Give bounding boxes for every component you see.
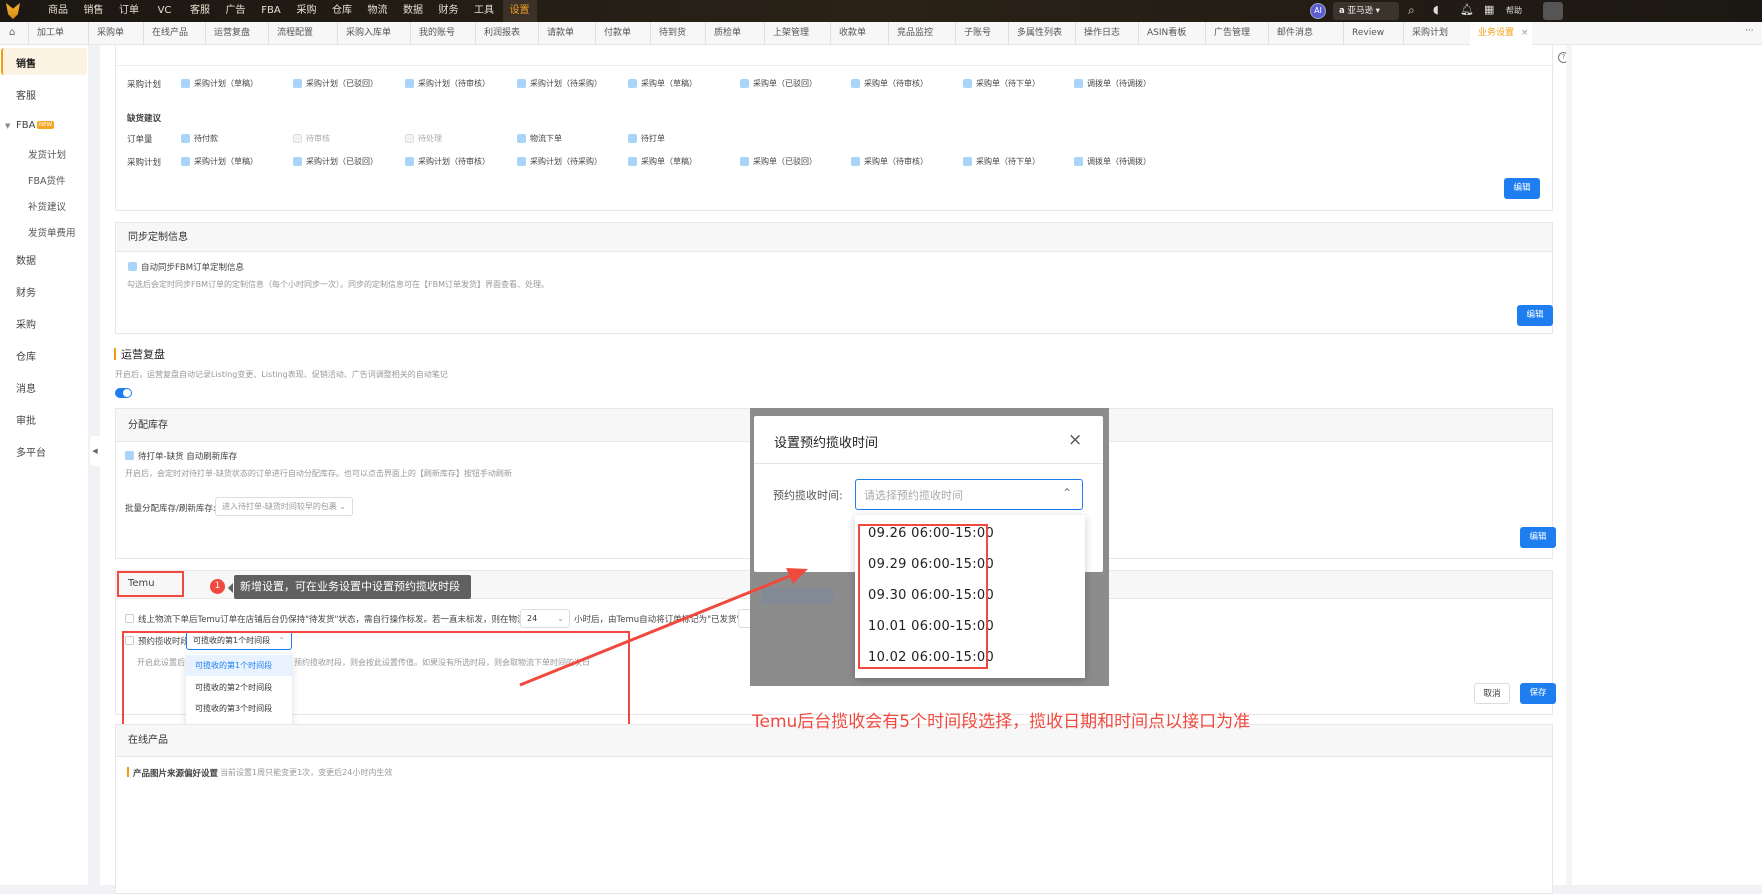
annotation-arrow: [519, 568, 808, 687]
annotation-text: Temu后台揽收会有5个时间段选择，揽收日期和时间点以接口为准: [752, 712, 1251, 732]
